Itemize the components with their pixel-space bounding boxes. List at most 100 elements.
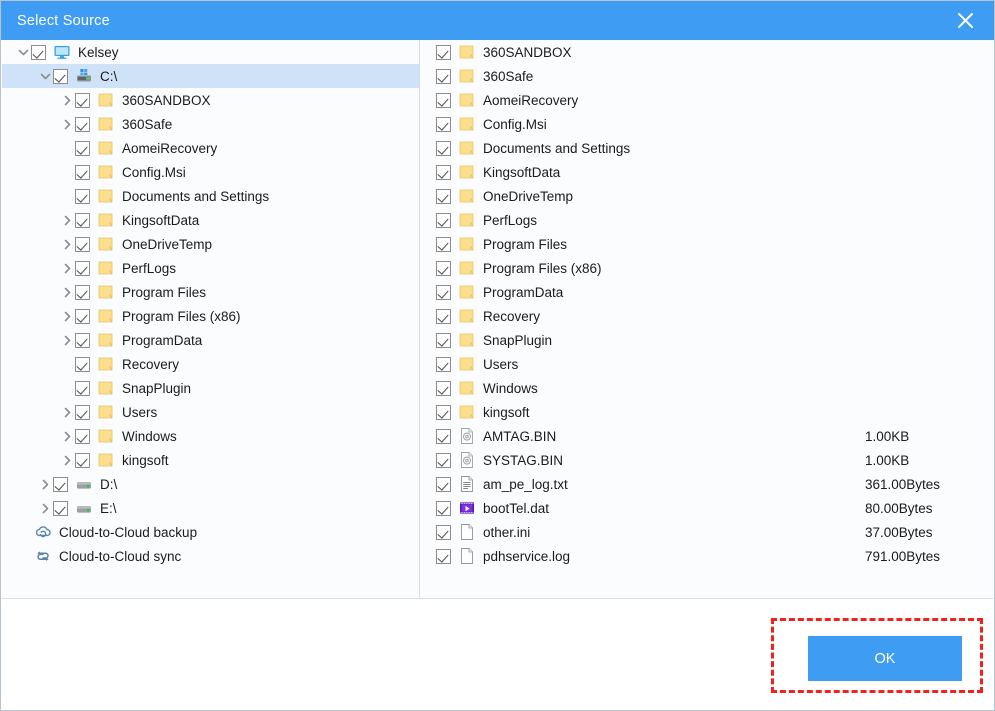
row-checkbox[interactable] — [436, 380, 451, 396]
cloud-entry-row[interactable]: Cloud-to-Cloud sync — [2, 544, 419, 568]
row-checkbox[interactable] — [75, 164, 90, 180]
row-checkbox[interactable] — [75, 308, 90, 324]
ok-button[interactable]: OK — [808, 636, 962, 681]
row-checkbox[interactable] — [75, 212, 90, 228]
row-checkbox[interactable] — [436, 44, 451, 60]
row-checkbox[interactable] — [436, 140, 451, 156]
file-list-row[interactable]: pdhservice.log 791.00Bytes — [420, 544, 993, 568]
row-checkbox[interactable] — [436, 212, 451, 228]
chevron-right-icon[interactable] — [60, 424, 75, 448]
file-list-row[interactable]: Config.Msi — [420, 112, 993, 136]
tree-row[interactable]: Users — [2, 400, 419, 424]
row-checkbox[interactable] — [75, 404, 90, 420]
row-checkbox[interactable] — [75, 284, 90, 300]
tree-row[interactable]: Kelsey — [2, 40, 419, 64]
close-icon[interactable] — [942, 1, 988, 40]
row-checkbox[interactable] — [436, 236, 451, 252]
file-list-row[interactable]: ProgramData — [420, 280, 993, 304]
tree-row[interactable]: KingsoftData — [2, 208, 419, 232]
tree-row[interactable]: kingsoft — [2, 448, 419, 472]
tree-row[interactable]: Recovery — [2, 352, 419, 376]
row-checkbox[interactable] — [436, 332, 451, 348]
row-checkbox[interactable] — [75, 260, 90, 276]
tree-row[interactable]: ProgramData — [2, 328, 419, 352]
file-list-row[interactable]: KingsoftData — [420, 160, 993, 184]
row-checkbox[interactable] — [53, 476, 68, 492]
file-list-row[interactable]: Users — [420, 352, 993, 376]
file-list-row[interactable]: AMTAG.BIN 1.00KB — [420, 424, 993, 448]
row-checkbox[interactable] — [436, 260, 451, 276]
row-checkbox[interactable] — [436, 284, 451, 300]
file-list-row[interactable]: 360Safe — [420, 64, 993, 88]
row-checkbox[interactable] — [75, 116, 90, 132]
tree-row[interactable]: Config.Msi — [2, 160, 419, 184]
file-list-row[interactable]: kingsoft — [420, 400, 993, 424]
source-tree-panel[interactable]: Kelsey C:\ 360SANDBOX 360Safe AomeiRecovery C… — [2, 40, 420, 598]
row-checkbox[interactable] — [436, 452, 451, 468]
file-list-row[interactable]: Documents and Settings — [420, 136, 993, 160]
chevron-right-icon[interactable] — [60, 88, 75, 112]
tree-row[interactable]: Program Files (x86) — [2, 304, 419, 328]
row-checkbox[interactable] — [436, 68, 451, 84]
row-checkbox[interactable] — [75, 332, 90, 348]
row-checkbox[interactable] — [436, 164, 451, 180]
row-checkbox[interactable] — [53, 68, 68, 84]
file-list-row[interactable]: other.ini 37.00Bytes — [420, 520, 993, 544]
chevron-right-icon[interactable] — [60, 400, 75, 424]
row-checkbox[interactable] — [436, 524, 451, 540]
tree-row[interactable]: E:\ — [2, 496, 419, 520]
tree-row[interactable]: SnapPlugin — [2, 376, 419, 400]
chevron-right-icon[interactable] — [38, 472, 53, 496]
row-checkbox[interactable] — [436, 116, 451, 132]
chevron-down-icon[interactable] — [16, 40, 31, 64]
row-checkbox[interactable] — [436, 308, 451, 324]
chevron-right-icon[interactable] — [60, 232, 75, 256]
row-checkbox[interactable] — [75, 356, 90, 372]
file-list-row[interactable]: Recovery — [420, 304, 993, 328]
chevron-down-icon[interactable] — [38, 64, 53, 88]
row-checkbox[interactable] — [436, 548, 451, 564]
tree-row[interactable]: 360SANDBOX — [2, 88, 419, 112]
tree-row[interactable]: AomeiRecovery — [2, 136, 419, 160]
tree-row[interactable]: Windows — [2, 424, 419, 448]
cloud-entry-row[interactable]: Cloud-to-Cloud backup — [2, 520, 419, 544]
tree-row[interactable]: OneDriveTemp — [2, 232, 419, 256]
file-list-row[interactable]: am_pe_log.txt 361.00Bytes — [420, 472, 993, 496]
file-list-row[interactable]: AomeiRecovery — [420, 88, 993, 112]
row-checkbox[interactable] — [75, 428, 90, 444]
chevron-right-icon[interactable] — [60, 448, 75, 472]
row-checkbox[interactable] — [53, 500, 68, 516]
file-list-row[interactable]: OneDriveTemp — [420, 184, 993, 208]
file-list-row[interactable]: Windows — [420, 376, 993, 400]
row-checkbox[interactable] — [436, 356, 451, 372]
tree-row[interactable]: Documents and Settings — [2, 184, 419, 208]
file-list-row[interactable]: 360SANDBOX — [420, 40, 993, 64]
file-list-row[interactable]: SYSTAG.BIN 1.00KB — [420, 448, 993, 472]
file-list-panel[interactable]: 360SANDBOX 360Safe AomeiRecovery Config.Msi… — [420, 40, 993, 598]
row-checkbox[interactable] — [436, 428, 451, 444]
row-checkbox[interactable] — [436, 404, 451, 420]
chevron-right-icon[interactable] — [60, 280, 75, 304]
row-checkbox[interactable] — [436, 476, 451, 492]
row-checkbox[interactable] — [75, 452, 90, 468]
file-list-row[interactable]: SnapPlugin — [420, 328, 993, 352]
chevron-right-icon[interactable] — [60, 208, 75, 232]
tree-row[interactable]: C:\ — [2, 64, 419, 88]
chevron-right-icon[interactable] — [60, 304, 75, 328]
file-list-row[interactable]: PerfLogs — [420, 208, 993, 232]
row-checkbox[interactable] — [436, 500, 451, 516]
row-checkbox[interactable] — [75, 188, 90, 204]
chevron-right-icon[interactable] — [60, 256, 75, 280]
row-checkbox[interactable] — [75, 236, 90, 252]
tree-row[interactable]: 360Safe — [2, 112, 419, 136]
chevron-right-icon[interactable] — [60, 112, 75, 136]
tree-row[interactable]: Program Files — [2, 280, 419, 304]
file-list-row[interactable]: Program Files (x86) — [420, 256, 993, 280]
row-checkbox[interactable] — [75, 380, 90, 396]
row-checkbox[interactable] — [436, 188, 451, 204]
file-list-row[interactable]: Program Files — [420, 232, 993, 256]
row-checkbox[interactable] — [436, 92, 451, 108]
row-checkbox[interactable] — [31, 44, 46, 60]
chevron-right-icon[interactable] — [38, 496, 53, 520]
row-checkbox[interactable] — [75, 140, 90, 156]
